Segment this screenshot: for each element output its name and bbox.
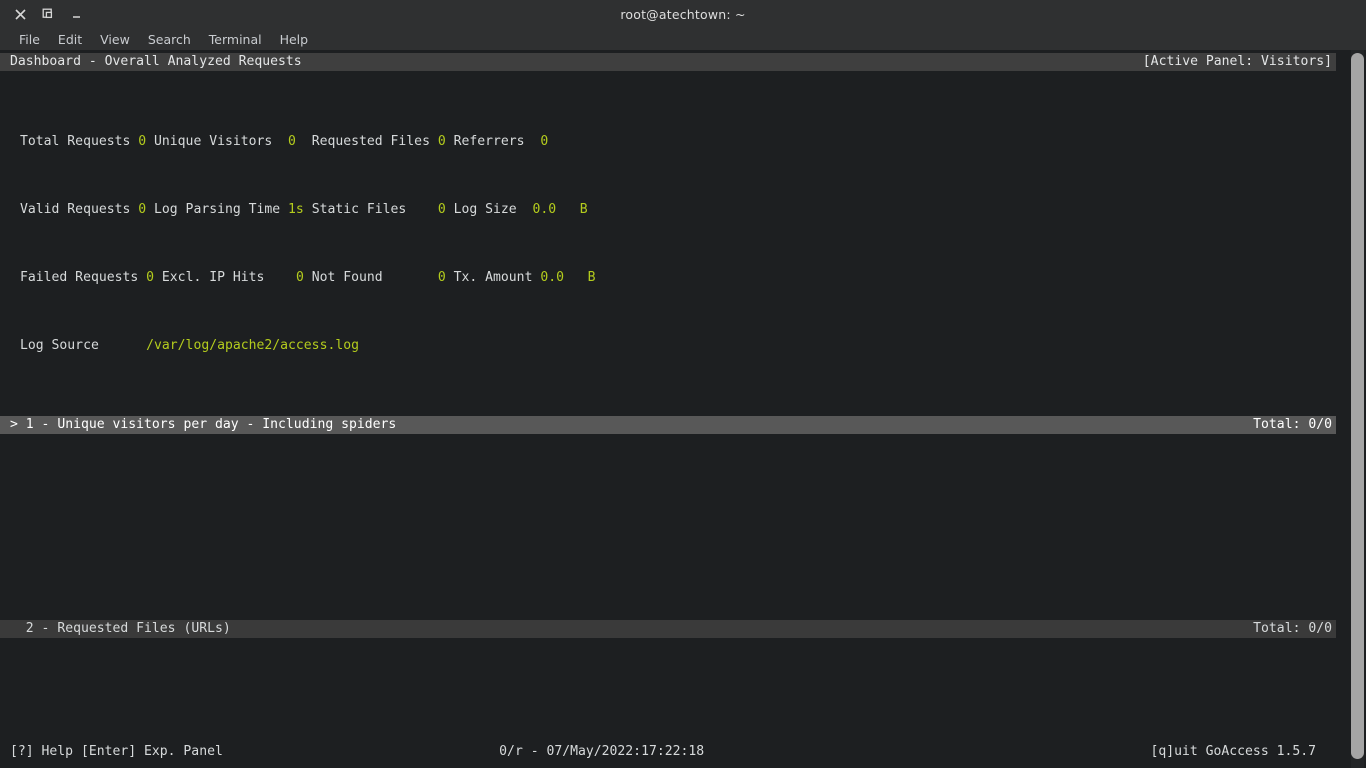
stat-value-static-files: 0 <box>437 202 446 217</box>
stat-value-tx-amount: 0.0 <box>540 270 564 285</box>
stat-value-failed-requests: 0 <box>146 270 155 285</box>
help-hint[interactable]: [?] Help [Enter] Exp. Panel <box>0 743 223 760</box>
minimize-icon[interactable] <box>62 2 90 26</box>
stat-value-log-source: /var/log/apache2/access.log <box>146 338 359 353</box>
stat-value-unique-visitors: 0 <box>288 134 296 149</box>
panel-total-1: Total: 0/0 <box>1253 417 1332 432</box>
maximize-icon[interactable] <box>34 2 62 26</box>
menu-item-terminal[interactable]: Terminal <box>200 30 271 49</box>
stat-label-not-found: Not Found <box>303 270 438 285</box>
stat-value-valid-requests: 0 <box>138 202 147 217</box>
menu-bar: File Edit View Search Terminal Help <box>0 28 1366 50</box>
dashboard-header: Dashboard - Overall Analyzed Requests [A… <box>0 53 1336 71</box>
scrollbar-thumb[interactable] <box>1351 53 1364 759</box>
terminal-viewport[interactable]: Dashboard - Overall Analyzed Requests [A… <box>0 50 1366 768</box>
panel-selector-blank <box>10 621 26 636</box>
quit-hint[interactable]: [q]uit GoAccess 1.5.7 <box>1150 743 1322 760</box>
active-panel-indicator: [Active Panel: Visitors] <box>1142 54 1332 69</box>
stat-label-log-source: Log Source <box>20 338 147 353</box>
stats-row: Total Requests 0 Unique Visitors 0 Reque… <box>20 133 1344 150</box>
stat-value-excl-ip-hits: 0 <box>295 270 304 285</box>
terminal-window: root@atechtown: ~ File Edit View Search … <box>0 0 1366 768</box>
panel-title-1: 1 - Unique visitors per day - Including … <box>25 417 397 432</box>
stats-row: Valid Requests 0 Log Parsing Time 1s Sta… <box>20 201 1344 218</box>
overall-stats: Total Requests 0 Unique Visitors 0 Reque… <box>0 82 1344 405</box>
stat-value-referrers: 0 <box>540 134 549 149</box>
stat-label-tx-amount: Tx. Amount <box>445 270 541 285</box>
close-icon[interactable] <box>6 2 34 26</box>
stat-value-requested-files: 0 <box>437 134 446 149</box>
stat-label-static-files: Static Files <box>303 202 438 217</box>
window-title: root@atechtown: ~ <box>620 6 746 22</box>
panel-header-unique-visitors[interactable]: > 1 - Unique visitors per day - Includin… <box>0 416 1336 434</box>
panel-label-1: > 1 - Unique visitors per day - Includin… <box>0 416 396 434</box>
stat-label-failed-requests: Failed Requests <box>20 270 147 285</box>
stat-label-excl-ip-hits: Excl. IP Hits <box>154 270 296 285</box>
menu-item-view[interactable]: View <box>91 30 139 49</box>
menu-item-edit[interactable]: Edit <box>49 30 91 49</box>
status-bar: [?] Help [Enter] Exp. Panel 0/r - 07/May… <box>0 743 1322 760</box>
stat-label-referrers: Referrers <box>445 134 541 149</box>
stat-label-log-size: Log Size <box>445 202 533 217</box>
stat-label-total-requests: Total Requests <box>20 134 139 149</box>
stat-value-total-requests: 0 <box>138 134 147 149</box>
stat-label-requested-files: Requested Files <box>295 134 438 149</box>
stat-label-log-parsing-time: Log Parsing Time <box>146 202 289 217</box>
stats-row-log-source: Log Source /var/log/apache2/access.log <box>20 337 1344 354</box>
stat-unit-tx-amount: B <box>587 270 596 285</box>
stat-label-valid-requests: Valid Requests <box>20 202 139 217</box>
stat-value-log-size: 0.0 <box>532 202 557 217</box>
panel-body-unique-visitors <box>0 434 1344 620</box>
panel-label-2: 2 - Requested Files (URLs) <box>0 620 231 638</box>
dashboard-title: Dashboard - Overall Analyzed Requests <box>10 54 302 69</box>
stat-spacer <box>556 202 580 217</box>
stats-row: Failed Requests 0 Excl. IP Hits 0 Not Fo… <box>20 269 1344 286</box>
menu-item-file[interactable]: File <box>10 30 49 49</box>
stat-value-log-parsing-time: 1s <box>288 202 304 217</box>
vertical-scrollbar[interactable] <box>1344 50 1366 768</box>
panel-header-requested-files[interactable]: 2 - Requested Files (URLs) Total: 0/0 <box>0 620 1336 638</box>
panel-total-2: Total: 0/0 <box>1253 621 1332 636</box>
panel-selector-marker: > <box>10 417 26 432</box>
stat-spacer <box>564 270 588 285</box>
menu-item-search[interactable]: Search <box>139 30 200 49</box>
stat-unit-log-size: B <box>579 202 588 217</box>
panel-title-2: 2 - Requested Files (URLs) <box>25 621 231 636</box>
goaccess-screen: Dashboard - Overall Analyzed Requests [A… <box>0 50 1344 768</box>
window-controls <box>0 2 90 26</box>
menu-item-help[interactable]: Help <box>271 30 318 49</box>
title-bar: root@atechtown: ~ <box>0 0 1366 28</box>
stat-label-unique-visitors: Unique Visitors <box>146 134 289 149</box>
parse-status: 0/r - 07/May/2022:17:22:18 <box>499 744 705 759</box>
stat-value-not-found: 0 <box>437 270 446 285</box>
